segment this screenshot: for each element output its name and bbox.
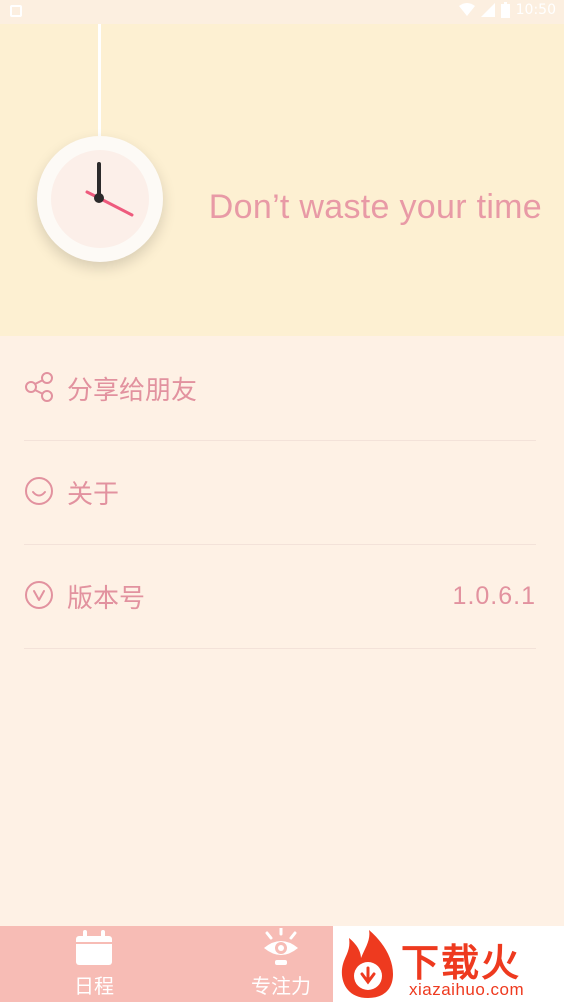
menu-item-about[interactable]: 关于 xyxy=(24,440,536,545)
signal-icon xyxy=(480,3,495,17)
header-banner: Don’t waste your time xyxy=(0,24,564,336)
menu-item-about-label: 关于 xyxy=(67,480,120,510)
share-icon xyxy=(25,372,53,402)
calendar-icon xyxy=(76,930,112,965)
nav-tab-schedule[interactable]: 日程 xyxy=(44,926,144,1002)
battery-icon xyxy=(500,2,510,18)
nav-tab-schedule-label: 日程 xyxy=(74,974,114,998)
flame-logo-icon xyxy=(341,930,393,998)
notification-icon xyxy=(10,5,22,17)
nav-tab-focus-label: 专注力 xyxy=(251,974,311,998)
watermark-logo: 下载火 xiazaihuo.com xyxy=(333,926,564,1002)
menu-item-version[interactable]: 版本号 1.0.6.1 xyxy=(24,544,536,649)
watermark-subtitle: xiazaihuo.com xyxy=(409,980,525,999)
nav-tab-focus[interactable]: 专注力 xyxy=(231,926,331,1002)
clock-string xyxy=(98,24,101,136)
menu-item-share-label: 分享给朋友 xyxy=(67,376,198,406)
menu-item-share[interactable]: 分享给朋友 xyxy=(24,336,536,441)
clock-icon xyxy=(37,136,163,262)
version-number: 1.0.6.1 xyxy=(452,582,536,610)
tagline: Don’t waste your time xyxy=(208,188,542,226)
menu-item-version-label: 版本号 xyxy=(67,584,146,614)
eye-bulb-icon xyxy=(264,928,298,965)
status-time: 10:50 xyxy=(515,2,556,18)
chevron-down-circle-icon xyxy=(25,581,53,609)
wifi-icon xyxy=(458,3,475,16)
status-icons: 10:50 xyxy=(458,2,556,18)
watermark-title: 下载火 xyxy=(401,941,522,985)
smile-icon xyxy=(25,477,53,505)
status-bar: 10:50 xyxy=(0,0,564,24)
